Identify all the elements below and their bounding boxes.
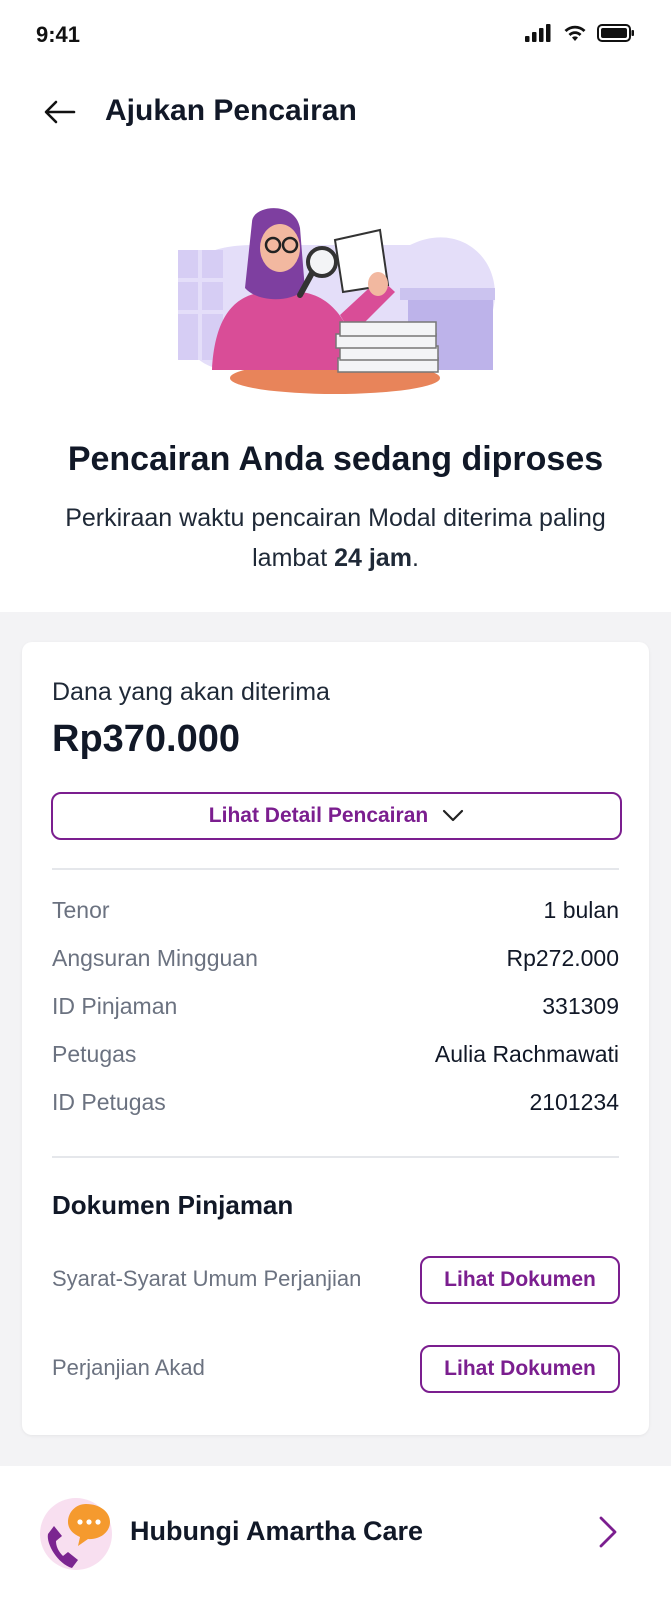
info-label: Tenor	[52, 896, 110, 923]
info-label: Petugas	[52, 1040, 137, 1067]
chevron-right-icon	[599, 1516, 617, 1548]
processing-illustration	[178, 208, 495, 394]
info-value: 1 bulan	[543, 896, 619, 923]
info-row-weekly-installment: Angsuran Mingguan Rp272.000	[52, 942, 619, 974]
amount-label: Dana yang akan diterima	[52, 678, 330, 706]
contact-care-label: Hubungi Amartha Care	[130, 1516, 424, 1546]
documents-title: Dokumen Pinjaman	[52, 1190, 294, 1220]
document-row-general-terms: Syarat-Syarat Umum Perjanjian Lihat Doku…	[52, 1256, 620, 1304]
arrow-left-icon	[44, 100, 76, 124]
view-document-button[interactable]: Lihat Dokumen	[420, 1345, 620, 1393]
signal-icon	[525, 24, 551, 42]
info-row-officer: Petugas Aulia Rachmawati	[52, 1038, 619, 1070]
status-time: 9:41	[36, 22, 81, 47]
amount-value: Rp370.000	[52, 718, 241, 760]
top-section: 9:41 Ajukan Pencairan Pencairan Anda sed…	[0, 0, 671, 612]
disbursement-card: Dana yang akan diterima Rp370.000 Lihat …	[22, 642, 649, 1435]
view-document-button[interactable]: Lihat Dokumen	[420, 1256, 620, 1304]
page-title: Ajukan Pencairan	[105, 94, 357, 127]
divider	[52, 1156, 619, 1158]
detail-disbursement-button[interactable]: Lihat Detail Pencairan	[51, 792, 622, 840]
detail-button-label: Lihat Detail Pencairan	[208, 804, 429, 827]
status-bar: 9:41	[0, 0, 671, 72]
info-value: Rp272.000	[506, 944, 619, 971]
document-label: Syarat-Syarat Umum Perjanjian	[52, 1266, 362, 1291]
info-value: 331309	[542, 992, 619, 1019]
info-row-tenor: Tenor 1 bulan	[52, 894, 619, 926]
status-subline: Perkiraan waktu pencairan Modal diterima…	[60, 498, 611, 578]
battery-icon	[597, 24, 634, 42]
chat-phone-icon	[40, 1498, 112, 1570]
back-button[interactable]	[40, 94, 80, 130]
document-label: Perjanjian Akad	[52, 1355, 205, 1380]
app-header: Ajukan Pencairan	[0, 80, 671, 144]
info-label: Angsuran Mingguan	[52, 944, 258, 971]
status-icons	[525, 24, 635, 42]
info-value: 2101234	[529, 1088, 619, 1115]
info-label: ID Pinjaman	[52, 992, 178, 1019]
info-value: Aulia Rachmawati	[434, 1040, 619, 1067]
subline-bold-duration: 24 jam	[334, 544, 412, 572]
divider	[52, 868, 619, 870]
info-row-loan-id: ID Pinjaman 331309	[52, 990, 619, 1022]
info-label: ID Petugas	[52, 1088, 166, 1115]
chevron-down-icon	[443, 809, 464, 822]
wifi-icon	[564, 25, 586, 41]
status-headline: Pencairan Anda sedang diproses	[67, 440, 604, 478]
document-row-contract: Perjanjian Akad Lihat Dokumen	[52, 1345, 620, 1393]
contact-care-row[interactable]: Hubungi Amartha Care	[0, 1466, 671, 1600]
subline-suffix: .	[411, 544, 419, 572]
info-row-officer-id: ID Petugas 2101234	[52, 1086, 619, 1118]
